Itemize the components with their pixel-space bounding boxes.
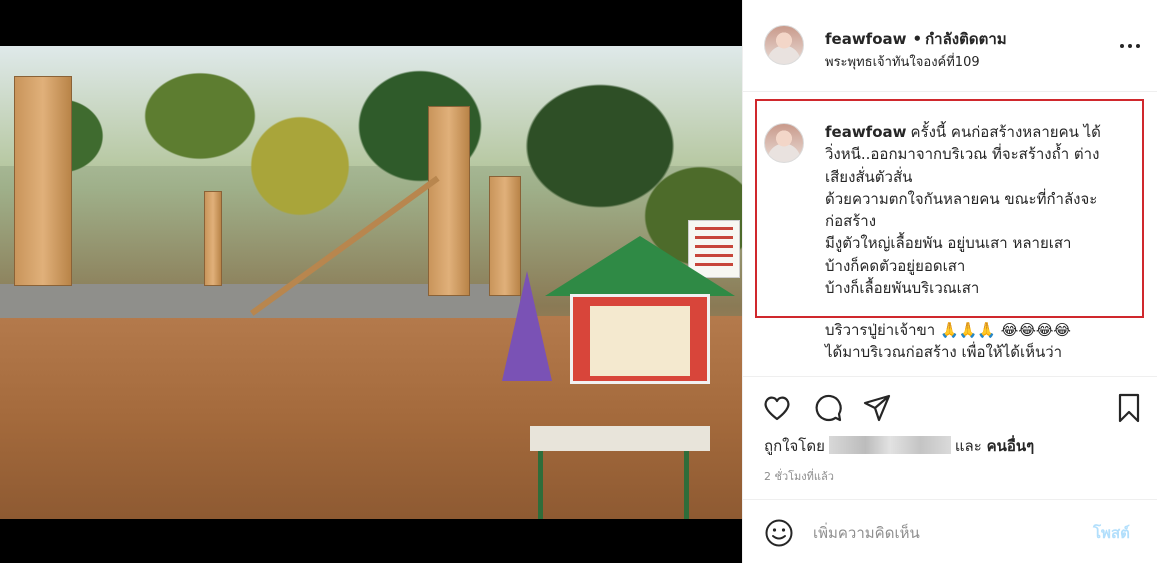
photo-pillar	[428, 106, 470, 296]
photo-pillar	[204, 191, 222, 286]
comments-section[interactable]: feawfoaw ครั้งนี้ คนก่อสร้างหลายคน ได้ วิ…	[743, 92, 1157, 375]
likes-prefix: ถูกใจโดย	[764, 437, 825, 455]
share-icon[interactable]	[861, 392, 893, 424]
add-comment-bar: โพสต์	[743, 499, 1157, 563]
caption-line: บ้างก็คดตัวอยู่ยอดเสา	[825, 256, 966, 275]
likes-summary: ถูกใจโดย และ คนอื่นๆ	[764, 434, 1034, 458]
photo-pillar	[14, 76, 72, 286]
caption-username[interactable]: feawfoaw	[825, 123, 907, 141]
location-link[interactable]: พระพุทธเจ้าทันใจองค์ที่109	[825, 51, 980, 72]
follow-status-button[interactable]: กำลังติดตาม	[925, 30, 1007, 48]
caption-text: feawfoaw ครั้งนี้ คนก่อสร้างหลายคน ได้ วิ…	[825, 121, 1130, 299]
post-actions: ถูกใจโดย และ คนอื่นๆ 2 ชั่วโมงที่แล้ว โพส…	[743, 376, 1157, 563]
caption-line: ได้มาบริเวณก่อสร้าง เพื่อให้ได้เห็นว่า	[825, 343, 1063, 362]
photo-table-leg	[538, 451, 543, 519]
photo-umbrella	[502, 271, 552, 381]
caption-line: feawfoaw ครั้งนี้ คนก่อสร้างหลายคน ได้	[825, 121, 1130, 143]
photo-table-leg	[684, 451, 689, 519]
post-details-panel: feawfoaw • กำลังติดตาม พระพุทธเจ้าทันใจองค…	[742, 0, 1157, 563]
header-separator-dot: •	[912, 30, 923, 48]
photo-offering-table	[530, 426, 710, 451]
caption-continued: บริวารปู่ย่าเจ้าขา 🙏🙏🙏 😂😂😂😂 ได้มาบริเวณก…	[825, 319, 1145, 364]
caption-line-text: ครั้งนี้ คนก่อสร้างหลายคน ได้	[910, 123, 1101, 141]
caption-line: ด้วยความตกใจกันหลายคน ขณะที่กำลังจะ	[825, 189, 1098, 208]
comment-input[interactable]	[813, 520, 1073, 546]
smile-icon[interactable]	[764, 518, 794, 548]
photo-spirit-house	[545, 236, 735, 386]
liker-username-redacted	[828, 436, 951, 454]
likes-conjunction: และ	[954, 437, 982, 455]
post-photo[interactable]	[0, 46, 742, 519]
comment-icon[interactable]	[812, 392, 844, 424]
caption-line: มีงูตัวใหญ่เลื้อยพัน อยู่บนเสา หลายเสา	[825, 234, 1072, 253]
post-header: feawfoaw • กำลังติดตาม พระพุทธเจ้าทันใจองค…	[743, 0, 1157, 92]
post-timestamp[interactable]: 2 ชั่วโมงที่แล้ว	[764, 467, 834, 485]
bookmark-icon[interactable]	[1113, 392, 1145, 424]
caption-line: บ้างก็เลื้อยพันบริเวณเสา	[825, 279, 980, 298]
heart-icon[interactable]	[761, 392, 793, 424]
post-media[interactable]	[0, 0, 742, 563]
caption-line: เสียงสั่นตัวสั่น	[825, 167, 913, 186]
caption-line: วิ่งหนี..ออกมาจากบริเวณ ที่จะสร้างถ้ำ ต่…	[825, 145, 1100, 164]
more-icon[interactable]	[1117, 36, 1147, 56]
caption-line: บริวารปู่ย่าเจ้าขา 🙏🙏🙏 😂😂😂😂	[825, 321, 1071, 339]
likes-others-link[interactable]: คนอื่นๆ	[987, 437, 1035, 455]
header-username[interactable]: feawfoaw	[825, 30, 907, 48]
post-comment-button[interactable]: โพสต์	[1093, 521, 1130, 545]
caption-line: ก่อสร้าง	[825, 212, 877, 231]
caption-avatar[interactable]	[764, 123, 804, 163]
header-user-line: feawfoaw • กำลังติดตาม	[825, 27, 1007, 51]
avatar[interactable]	[764, 25, 804, 65]
